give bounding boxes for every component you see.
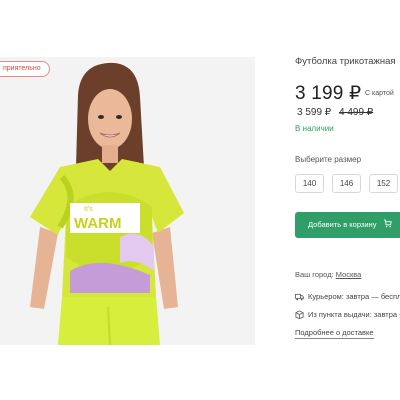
size-option-146[interactable]: 146 xyxy=(332,174,361,193)
city-selector[interactable]: Ваш город: Москва xyxy=(295,270,361,279)
product-title: Футболка трикотажная xyxy=(295,56,396,67)
pickup-text: Из пункта выдачи: завтра - xyxy=(308,310,400,319)
courier-text: Курьером: завтра — беспл xyxy=(308,292,400,301)
product-image[interactable]: It's WARM приятельно xyxy=(0,57,255,345)
product-photo: It's WARM xyxy=(0,57,255,345)
pickup-box-icon xyxy=(295,310,304,319)
size-option-152[interactable]: 152 xyxy=(369,174,398,193)
size-label: Выберите размер xyxy=(295,155,362,164)
price: 3 199 ₽ xyxy=(295,83,362,104)
delivery-details-link[interactable]: Подробнее о доставке xyxy=(295,328,374,339)
size-option-140[interactable]: 140 xyxy=(295,174,324,193)
pickup-delivery: Из пункта выдачи: завтра - xyxy=(295,310,400,319)
product-info: Футболка трикотажная 3 199 ₽ С картой 3 … xyxy=(295,0,400,400)
courier-delivery: Курьером: завтра — беспл xyxy=(295,292,400,301)
crossed-price: 4 499 ₽ xyxy=(339,107,374,118)
promo-badge: приятельно xyxy=(0,61,50,77)
add-to-cart-button[interactable]: Добавить в корзину xyxy=(295,212,400,238)
city-name[interactable]: Москва xyxy=(336,270,362,279)
svg-text:It's: It's xyxy=(84,206,93,213)
regular-price: 3 599 ₽ xyxy=(297,107,332,118)
card-price-note[interactable]: С картой xyxy=(365,90,394,97)
stock-status: В наличии xyxy=(295,124,334,133)
city-label: Ваш город: xyxy=(295,270,334,279)
svg-text:WARM: WARM xyxy=(74,215,122,232)
add-to-cart-label: Добавить в корзину xyxy=(308,220,377,229)
truck-icon xyxy=(295,293,304,301)
cart-icon xyxy=(383,219,392,228)
